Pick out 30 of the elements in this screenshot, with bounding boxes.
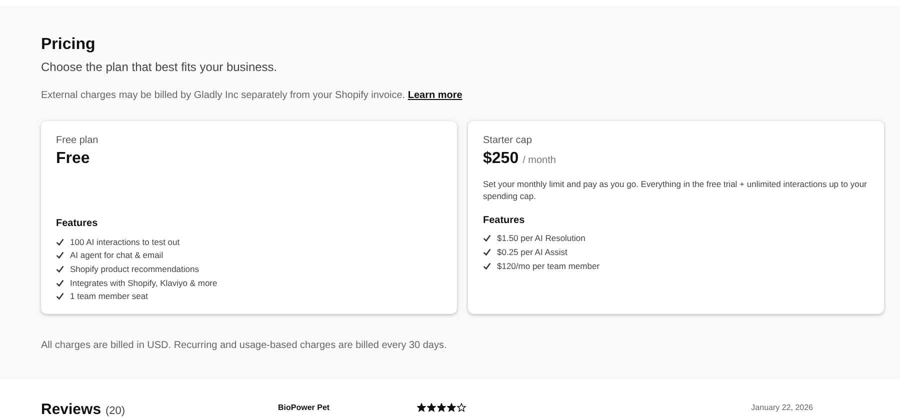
pricing-title: Pricing — [41, 36, 96, 54]
learn-more-link[interactable]: Learn more — [408, 90, 462, 101]
feature-text: $0.25 per AI Assist — [497, 247, 568, 258]
feature-text: $1.50 per AI Resolution — [497, 233, 586, 244]
price-period: / month — [522, 155, 556, 166]
plan-price: $250 — [483, 150, 519, 168]
features-title: Features — [483, 214, 526, 226]
feature-text: $120/mo per team member — [497, 260, 600, 271]
reviews-count: (20) — [106, 405, 126, 417]
plan-description: Set your monthly limit and pay as you go. Everything in the free trial + unlimited interactions up to your spending cap. — [483, 178, 868, 203]
review-date: January 22, 2026 — [751, 402, 813, 412]
feature-text: 100 AI interactions to test out — [70, 236, 180, 247]
star-icon — [437, 403, 446, 412]
features-title: Features — [56, 218, 99, 229]
feature-text: AI agent for chat & email — [70, 250, 164, 260]
feature-text: Shopify product recommendations — [70, 264, 199, 274]
notice-text: External charges may be billed by Gladly Inc separately from your Shopify invoice. — [41, 90, 406, 101]
plan-name: Free plan — [56, 135, 100, 146]
reviews-title: Reviews — [41, 401, 102, 418]
plan-name: Starter cap — [483, 135, 533, 146]
star-icon — [447, 403, 456, 412]
star-icon — [457, 403, 466, 412]
feature-text: 1 team member seat — [70, 291, 148, 302]
review-author: BioPower Pet — [278, 402, 331, 412]
plan-price: Free — [56, 150, 90, 168]
star-icon — [427, 403, 436, 412]
pricing-subtitle: Choose the plan that best fits your business. — [41, 60, 278, 74]
star-icon — [417, 403, 426, 412]
feature-text: Integrates with Shopify, Klaviyo & more — [70, 278, 218, 288]
billing-note: All charges are billed in USD. Recurring and usage-based charges are billed every 30 days. — [41, 340, 448, 351]
